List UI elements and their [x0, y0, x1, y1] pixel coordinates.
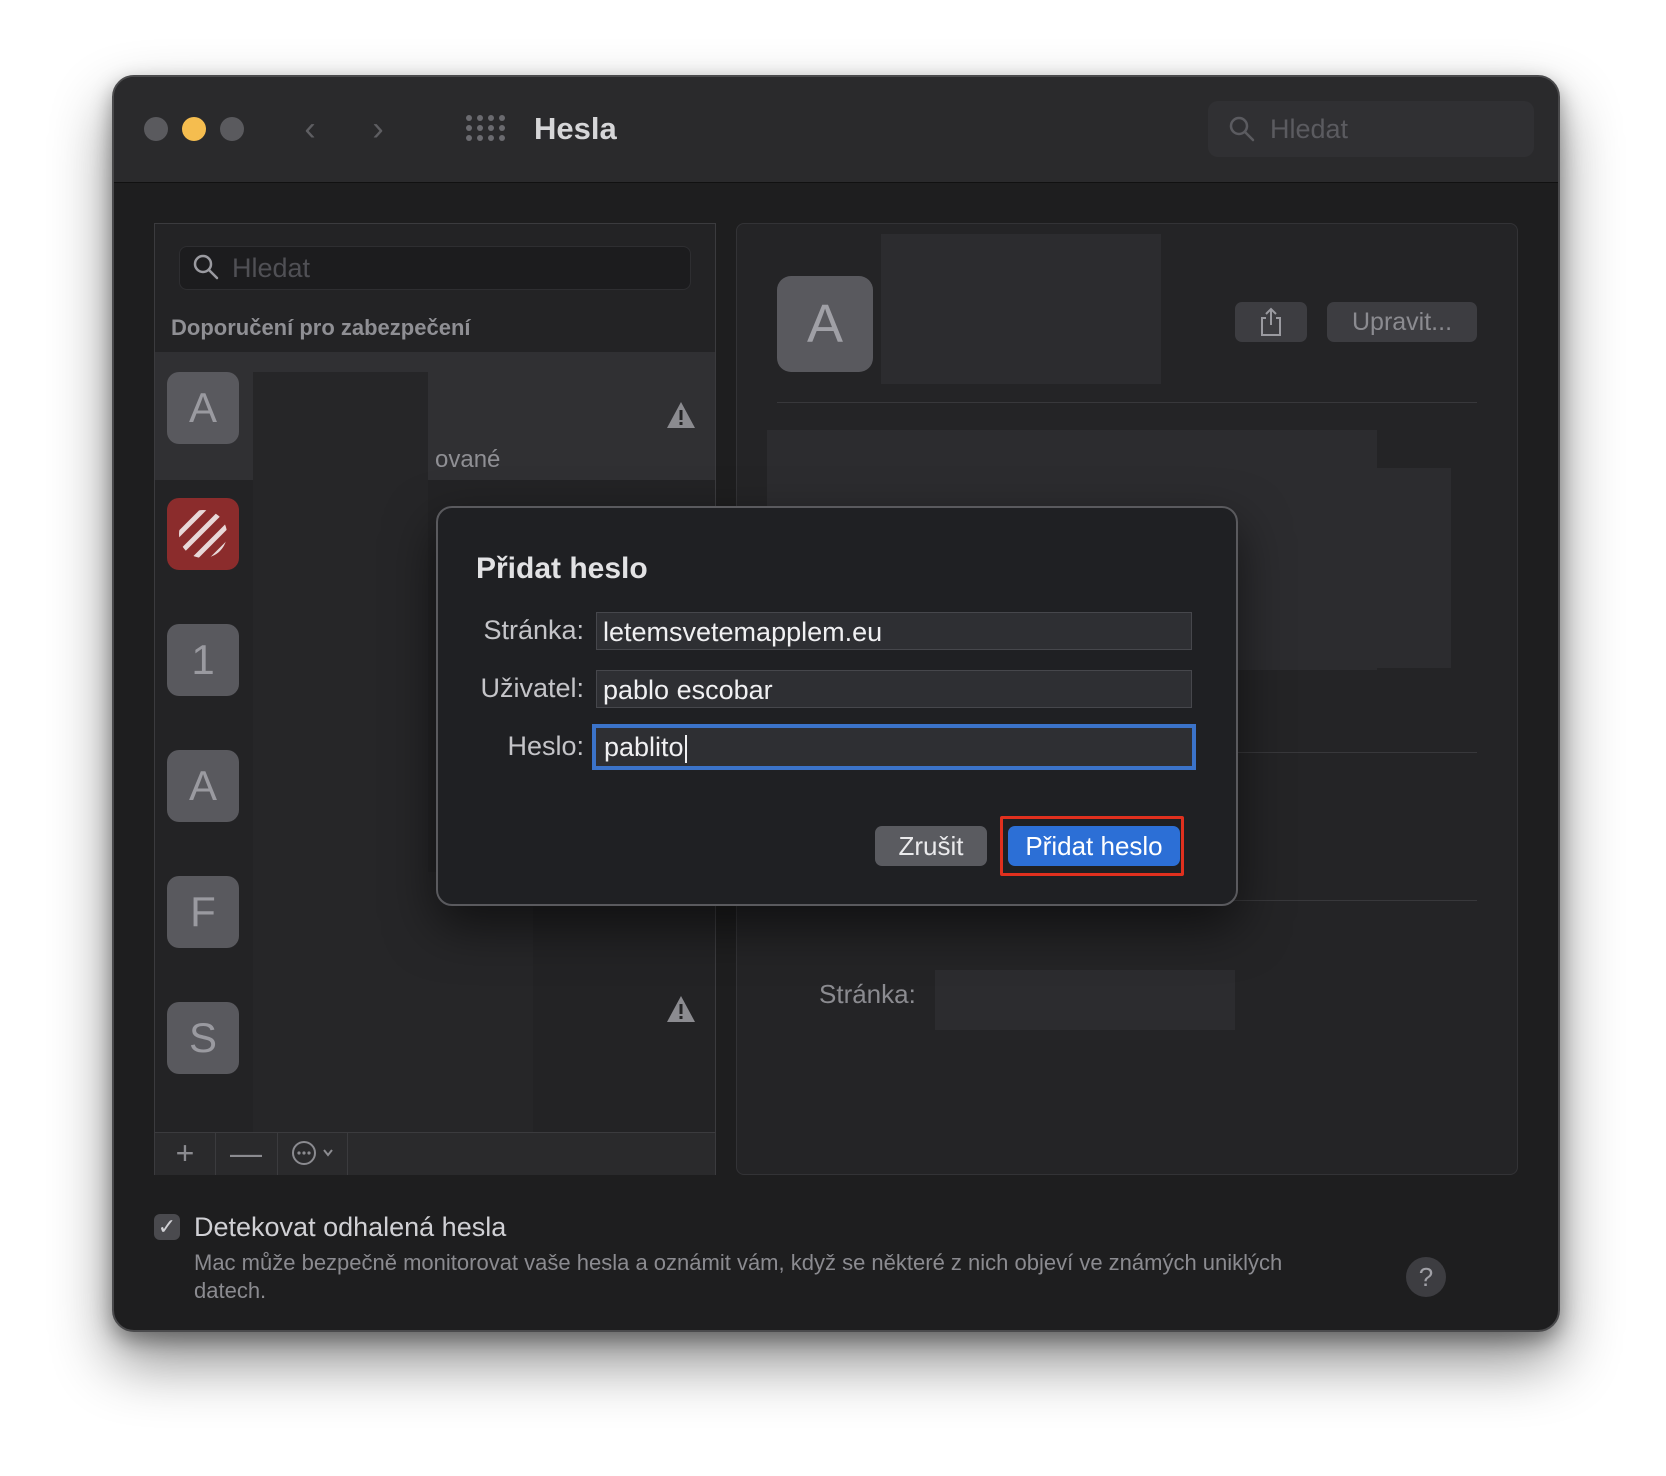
- help-button[interactable]: ?: [1406, 1257, 1446, 1297]
- remove-password-button[interactable]: —: [215, 1133, 278, 1175]
- detail-avatar: A: [777, 276, 873, 372]
- close-window-button[interactable]: [144, 117, 168, 141]
- text-caret: [684, 734, 687, 763]
- list-item-avatar[interactable]: A: [167, 372, 239, 444]
- add-password-button[interactable]: Přidat heslo: [1008, 826, 1180, 866]
- redacted-site-value: [935, 970, 1235, 1030]
- list-item-avatar[interactable]: 1: [167, 624, 239, 696]
- username-input[interactable]: pablo escobar: [596, 670, 1192, 708]
- show-all-grid-icon[interactable]: [466, 115, 505, 143]
- site-input[interactable]: letemsvetemapplem.eu: [596, 612, 1192, 650]
- back-arrow-icon[interactable]: ‹: [292, 111, 328, 147]
- edit-button[interactable]: Upravit...: [1327, 302, 1477, 342]
- add-password-button[interactable]: +: [155, 1133, 216, 1175]
- detect-leaked-passwords-label: Detekovat odhalená hesla: [194, 1212, 507, 1242]
- search-icon: [1229, 116, 1255, 142]
- detail-site-label: Stránka:: [819, 979, 916, 1009]
- toolbar-search-placeholder: Hledat: [1270, 114, 1349, 144]
- site-field-label: Stránka:: [483, 615, 584, 645]
- search-icon: [193, 254, 219, 280]
- divider: [777, 402, 1477, 403]
- list-item-avatar[interactable]: F: [167, 876, 239, 948]
- share-icon: [1261, 307, 1281, 336]
- password-input-value: pablito: [604, 732, 684, 762]
- toolbar-search-field[interactable]: Hledat: [1208, 101, 1534, 157]
- detect-leaked-passwords-description: Mac může bezpečně monitorovat vaše hesla…: [194, 1250, 1283, 1303]
- list-item-avatar[interactable]: S: [167, 1002, 239, 1074]
- title-bar: ‹ › Hesla Hledat: [114, 77, 1558, 183]
- security-recommendations-heading: Doporučení pro zabezpečení: [171, 315, 471, 340]
- ellipsis-circle-icon: [292, 1141, 333, 1165]
- redacted-list-text: [428, 872, 533, 1152]
- minimize-window-button[interactable]: [182, 117, 206, 141]
- list-item-avatar[interactable]: A: [167, 750, 239, 822]
- cancel-button[interactable]: Zrušit: [875, 826, 987, 866]
- more-options-button[interactable]: [277, 1133, 348, 1175]
- warning-icon: [667, 996, 695, 1022]
- forward-arrow-icon[interactable]: ›: [360, 111, 396, 147]
- password-field-label: Heslo:: [507, 731, 584, 761]
- share-button[interactable]: [1235, 302, 1307, 342]
- sidebar-toolbar: + —: [155, 1132, 715, 1175]
- detect-leaked-passwords-checkbox[interactable]: ✓: [154, 1214, 180, 1240]
- username-field-label: Uživatel:: [480, 673, 584, 703]
- zoom-window-button[interactable]: [220, 117, 244, 141]
- warning-icon: [667, 402, 695, 428]
- sidebar-search-field[interactable]: Hledat: [179, 246, 691, 290]
- redacted-list-text: [253, 372, 428, 1172]
- redacted-content: [1377, 468, 1451, 668]
- sidebar-search-placeholder: Hledat: [232, 253, 311, 283]
- password-input[interactable]: pablito: [592, 724, 1196, 770]
- dialog-title: Přidat heslo: [476, 552, 648, 585]
- add-password-dialog: Přidat heslo Stránka: letemsvetemapplem.…: [436, 506, 1238, 906]
- redacted-title: [881, 234, 1161, 384]
- list-item-partial-text: ované: [435, 446, 501, 473]
- striped-app-icon[interactable]: [167, 498, 239, 570]
- window-title: Hesla: [534, 111, 617, 146]
